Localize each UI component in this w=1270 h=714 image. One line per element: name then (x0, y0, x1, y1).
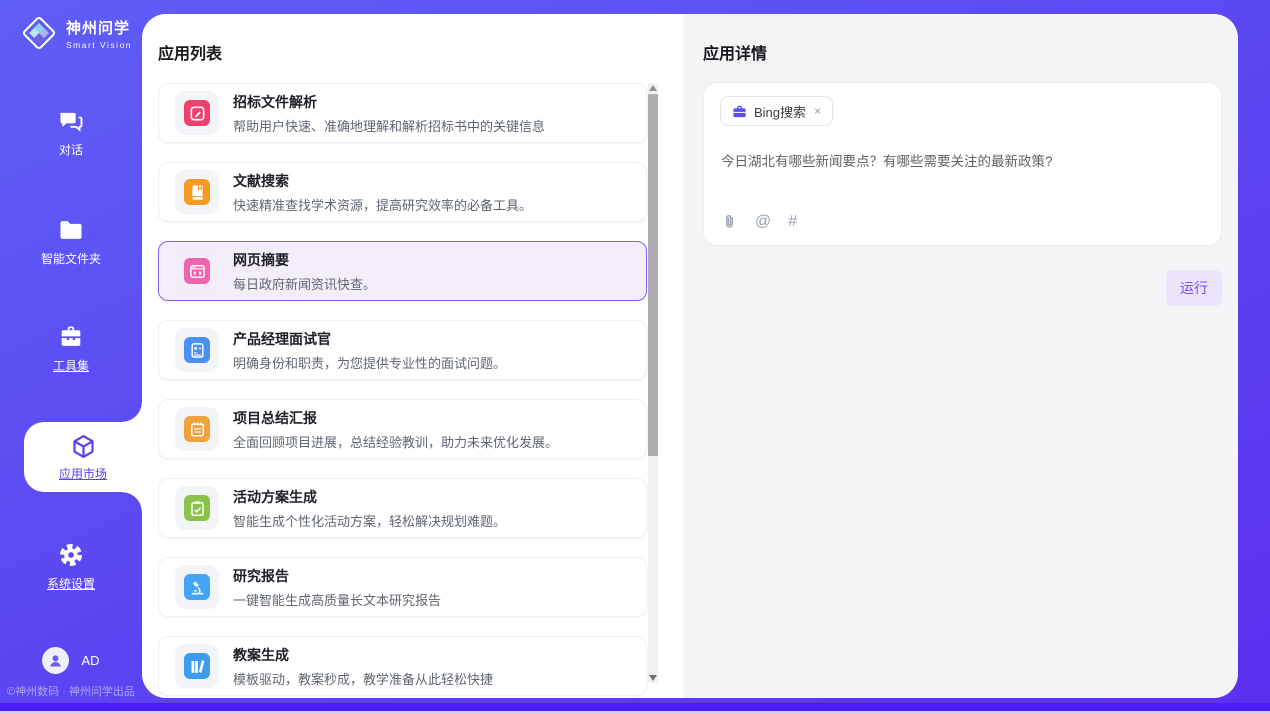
app-card-bid-analysis[interactable]: 招标文件解析 帮助用户快速、准确地理解和解析招标书中的关键信息 (158, 83, 647, 143)
sidebar-item-label: 工具集 (53, 357, 89, 374)
app-title: 产品经理面试官 (233, 329, 506, 349)
copyright-footer: ©神州数码 · 神州问学出品 (7, 683, 135, 699)
scroll-up-icon[interactable] (649, 85, 657, 91)
gear-icon (57, 541, 85, 569)
app-card-event-plan[interactable]: 活动方案生成 智能生成个性化活动方案，轻松解决规划难题。 (158, 478, 647, 538)
book-icon (184, 179, 210, 205)
app-card-research-report[interactable]: 研究报告 一键智能生成高质量长文本研究报告 (158, 557, 647, 617)
person-icon (47, 652, 64, 669)
bottom-accent-bar (0, 703, 1270, 711)
sidebar-item-label: 应用市场 (59, 465, 107, 482)
app-card-list: 招标文件解析 帮助用户快速、准确地理解和解析招标书中的关键信息 文献搜索 快速精… (158, 83, 648, 698)
app-card-lesson-plan[interactable]: 教案生成 模板驱动，教案秒成，教学准备从此轻松快捷 (158, 636, 647, 696)
app-desc: 智能生成个性化活动方案，轻松解决规划难题。 (233, 511, 506, 530)
gem-logo-icon (18, 12, 60, 54)
app-title: 招标文件解析 (233, 92, 545, 112)
tool-tag-label: Bing搜索 (754, 102, 806, 121)
scroll-down-icon[interactable] (649, 675, 657, 681)
app-detail-panel: 应用详情 Bing搜索 × 今日湖北有哪些新闻要点？有哪些需要关注的最新政策? … (683, 14, 1238, 698)
app-list-title: 应用列表 (158, 40, 222, 64)
app-list-panel: 应用列表 招标文件解析 帮助用户快速、准确地理解和解析招标书中的关键信息 文献搜… (142, 14, 683, 698)
app-desc: 全面回顾项目进展，总结经验教训，助力未来优化发展。 (233, 432, 558, 451)
app-card-project-summary[interactable]: 项目总结汇报 全面回顾项目进展，总结经验教训，助力未来优化发展。 (158, 399, 647, 459)
app-desc: 每日政府新闻资讯快查。 (233, 274, 376, 293)
toolbox-icon (57, 323, 85, 351)
notepad-icon (184, 416, 210, 442)
sidebar-item-settings[interactable]: 系统设置 (0, 541, 142, 592)
app-desc: 快速精准查找学术资源，提高研究效率的必备工具。 (233, 195, 532, 214)
app-card-literature-search[interactable]: 文献搜索 快速精准查找学术资源，提高研究效率的必备工具。 (158, 162, 647, 222)
query-input[interactable]: 今日湖北有哪些新闻要点？有哪些需要关注的最新政策? (721, 152, 1201, 172)
app-title: 文献搜索 (233, 171, 532, 191)
app-title: 研究报告 (233, 566, 441, 586)
briefcase-icon (732, 104, 747, 119)
sidebar-item-label: 系统设置 (47, 575, 95, 592)
user-account[interactable]: AD (0, 647, 142, 674)
scrollbar-thumb[interactable] (648, 94, 658, 456)
app-card-web-summary[interactable]: 网页摘要 每日政府新闻资讯快查。 (158, 241, 647, 301)
doc-edit-icon (184, 100, 210, 126)
attachment-icon[interactable] (721, 213, 738, 230)
sidebar-item-label: 智能文件夹 (41, 250, 101, 267)
chat-icon (57, 107, 85, 135)
app-desc: 帮助用户快速、准确地理解和解析招标书中的关键信息 (233, 116, 545, 135)
sidebar-item-smart-folder[interactable]: 智能文件夹 (0, 216, 142, 267)
brand-subtitle: Smart Vision (66, 40, 132, 50)
resume-icon (184, 337, 210, 363)
browser-code-icon (184, 258, 210, 284)
avatar (42, 647, 69, 674)
clipboard-check-icon (184, 495, 210, 521)
app-title: 项目总结汇报 (233, 408, 558, 428)
cube-icon (70, 433, 97, 460)
app-desc: 一键智能生成高质量长文本研究报告 (233, 590, 441, 609)
app-detail-title: 应用详情 (703, 40, 767, 64)
user-name: AD (81, 653, 99, 668)
app-title: 活动方案生成 (233, 487, 506, 507)
sidebar-item-app-market[interactable]: 应用市场 (24, 422, 142, 492)
sidebar-item-chat[interactable]: 对话 (0, 107, 142, 158)
books-icon (184, 653, 210, 679)
prompt-card: Bing搜索 × 今日湖北有哪些新闻要点？有哪些需要关注的最新政策? @ # (703, 82, 1222, 246)
app-card-pm-interviewer[interactable]: 产品经理面试官 明确身份和职责，为您提供专业性的面试问题。 (158, 320, 647, 380)
mention-icon[interactable]: @ (755, 214, 771, 230)
app-title: 教案生成 (233, 645, 493, 665)
app-desc: 明确身份和职责，为您提供专业性的面试问题。 (233, 353, 506, 372)
content-area: 应用列表 招标文件解析 帮助用户快速、准确地理解和解析招标书中的关键信息 文献搜… (142, 14, 1238, 698)
brand-name: 神州问学 (66, 17, 132, 38)
app-desc: 模板驱动，教案秒成，教学准备从此轻松快捷 (233, 669, 493, 688)
app-title: 网页摘要 (233, 250, 376, 270)
app-list-scrollbar[interactable] (648, 83, 658, 683)
input-toolbar: @ # (721, 213, 797, 230)
brand-logo: 神州问学 Smart Vision (0, 12, 142, 54)
close-icon[interactable]: × (814, 104, 821, 118)
microscope-icon (184, 574, 210, 600)
sidebar-item-toolset[interactable]: 工具集 (0, 323, 142, 374)
tool-tag-bing-search[interactable]: Bing搜索 × (720, 96, 833, 126)
run-button[interactable]: 运行 (1166, 270, 1222, 306)
sidebar: 神州问学 Smart Vision 对话 智能文件夹 工具集 应用市场 (0, 0, 142, 703)
sidebar-item-label: 对话 (59, 141, 83, 158)
folder-icon (57, 216, 85, 244)
hash-icon[interactable]: # (788, 214, 797, 230)
